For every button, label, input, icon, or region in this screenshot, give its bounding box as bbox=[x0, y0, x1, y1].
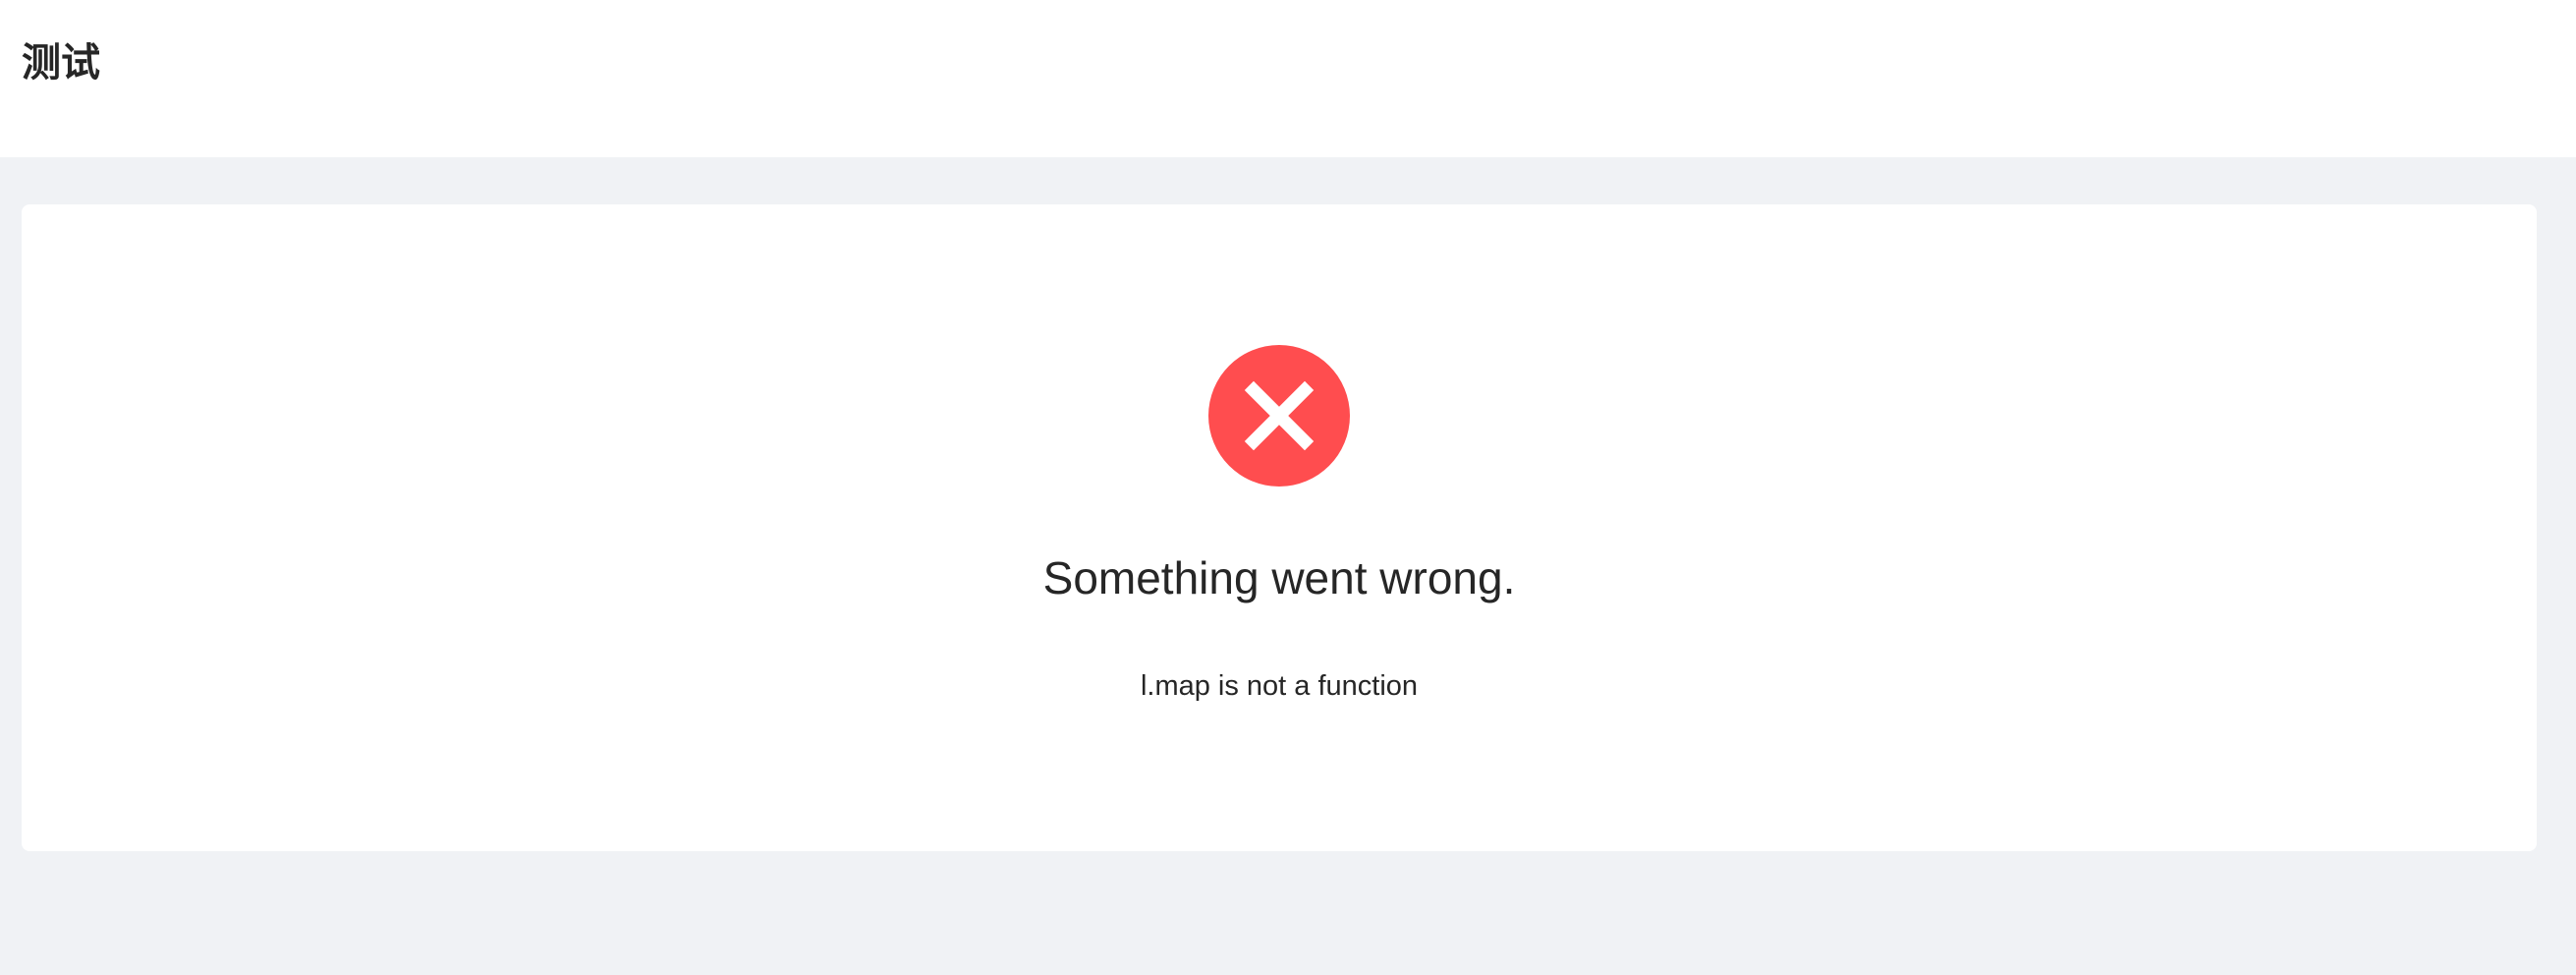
close-circle-icon bbox=[1208, 345, 1350, 487]
page-header: 测试 bbox=[0, 0, 2576, 157]
result-subtitle: l.map is not a function bbox=[1140, 670, 1419, 702]
error-result: Something went wrong. l.map is not a fun… bbox=[22, 204, 2537, 851]
page-title: 测试 bbox=[22, 40, 100, 86]
close-x-icon bbox=[1244, 380, 1315, 451]
content-card: Something went wrong. l.map is not a fun… bbox=[22, 204, 2537, 851]
result-title: Something went wrong. bbox=[1042, 552, 1516, 603]
